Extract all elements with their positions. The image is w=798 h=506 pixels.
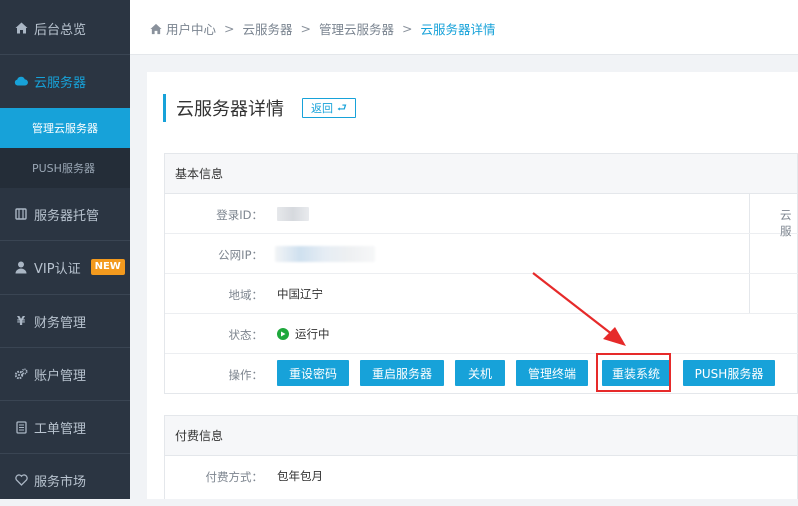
billing-info-section: 付费信息 付费方式： 包年包月 bbox=[164, 415, 798, 499]
pay-method-value: 包年包月 bbox=[277, 469, 323, 483]
pay-method-label: 付费方式： bbox=[205, 470, 264, 484]
billing-info-heading: 付费信息 bbox=[165, 416, 797, 456]
row-pay-method: 付费方式： 包年包月 bbox=[165, 456, 798, 496]
